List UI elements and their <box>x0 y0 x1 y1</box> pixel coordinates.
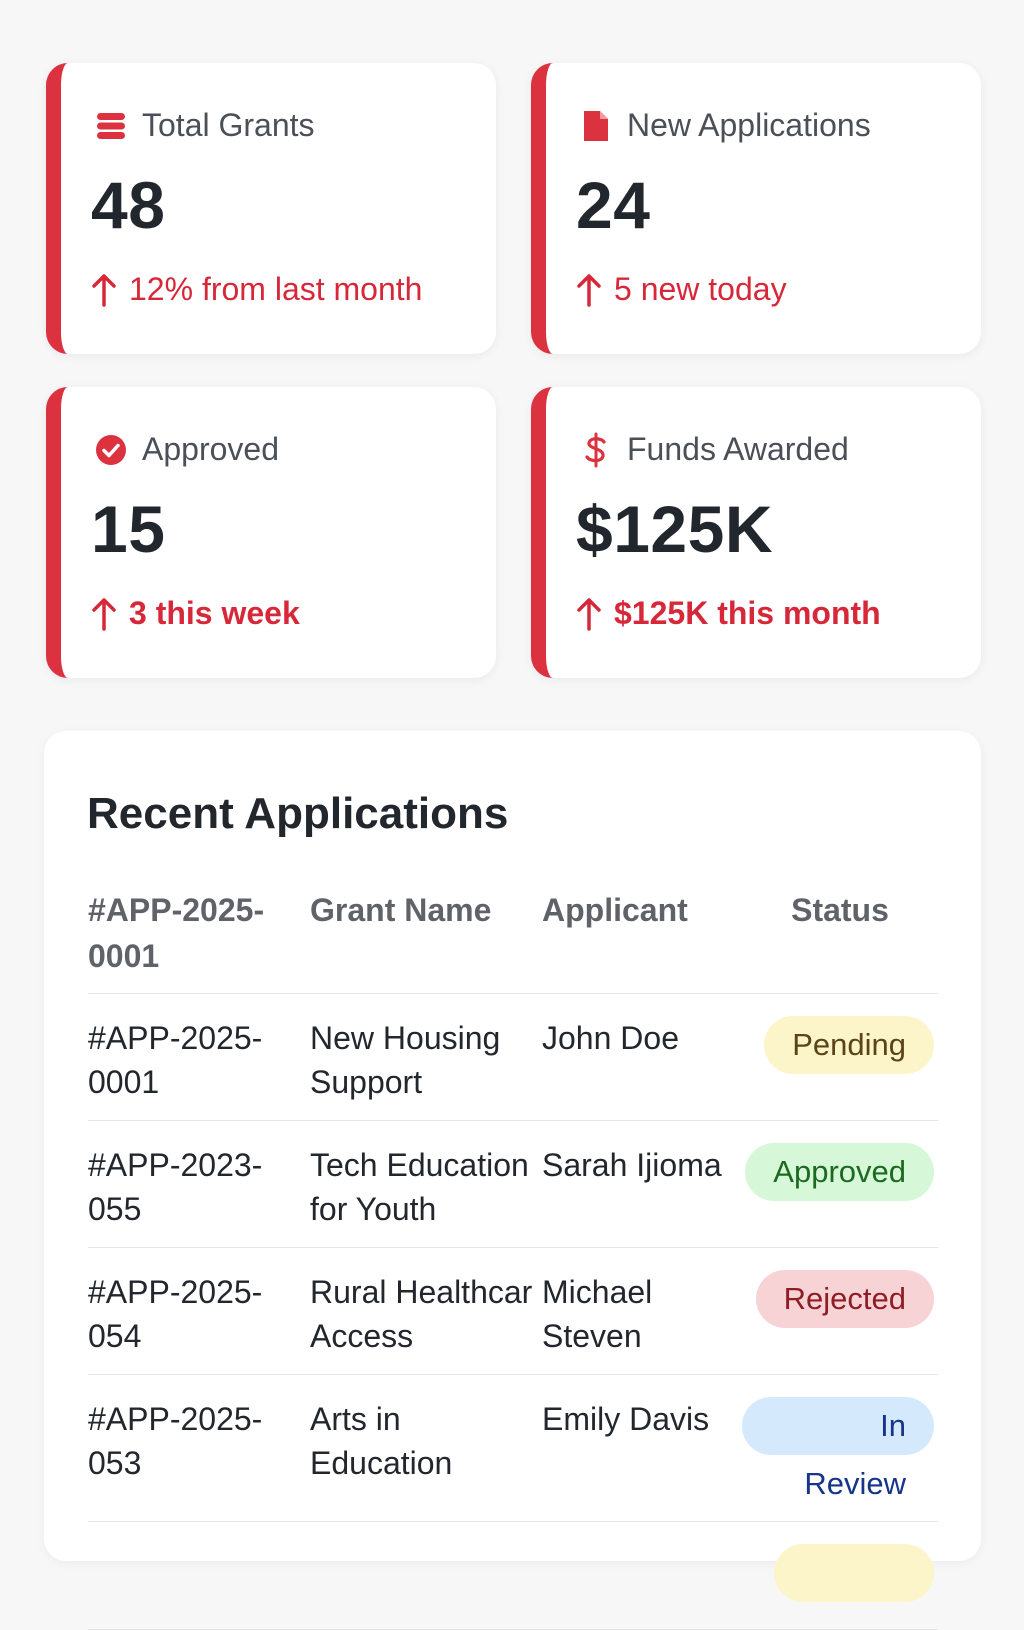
table-row[interactable]: #APP-2023-055 Tech Education for Youth S… <box>88 1120 938 1248</box>
cell-id: #APP-2025-053 <box>88 1374 310 1522</box>
stat-label: New Applications <box>627 107 871 143</box>
stat-label: Approved <box>142 431 279 467</box>
stat-trend-text: 5 new today <box>614 271 787 307</box>
stat-card-total-grants[interactable]: Total Grants 48 12% from last month <box>46 63 496 354</box>
arrow-up-icon <box>576 273 602 307</box>
stat-header: Total Grants <box>94 107 315 144</box>
table-row[interactable]: #APP-2025-053 Arts in Education Emily Da… <box>88 1374 938 1522</box>
status-badge: Rejected <box>755 1270 934 1328</box>
stat-trend-text: $125K this month <box>614 595 881 631</box>
stat-header: New Applications <box>579 107 871 144</box>
cell-grant: Arts in Education <box>310 1374 542 1522</box>
arrow-up-icon <box>91 597 117 631</box>
column-header-status[interactable]: Status <box>742 887 938 994</box>
stat-value: 15 <box>91 492 166 566</box>
status-badge <box>774 1544 934 1602</box>
applications-table: #APP-2025-0001 Grant Name Applicant Stat… <box>88 887 938 1630</box>
stat-label: Total Grants <box>142 107 315 143</box>
stat-trend: 5 new today <box>576 271 787 308</box>
check-circle-icon <box>94 433 128 467</box>
stat-card-funds-awarded[interactable]: Funds Awarded $125K $125K this month <box>531 387 981 678</box>
stat-label: Funds Awarded <box>627 431 849 467</box>
cell-grant: Tech Education for Youth <box>310 1120 542 1248</box>
arrow-up-icon <box>91 273 117 307</box>
table-header-row: #APP-2025-0001 Grant Name Applicant Stat… <box>88 887 938 994</box>
stat-card-new-applications[interactable]: New Applications 24 5 new today <box>531 63 981 354</box>
stat-card-approved[interactable]: Approved 15 3 this week <box>46 387 496 678</box>
table-row[interactable]: #APP-2025-054 Rural Healthcar Access Mic… <box>88 1247 938 1375</box>
cell-id: #APP-2023-055 <box>88 1120 310 1248</box>
stat-value: 48 <box>91 168 166 242</box>
dollar-icon <box>579 432 613 467</box>
status-badge: Pending <box>764 1016 934 1074</box>
status-badge: In Review <box>742 1397 934 1501</box>
cell-status: In Review <box>742 1374 938 1522</box>
table-row[interactable]: #APP-2025-0001 New Housing Support John … <box>88 993 938 1121</box>
cell-applicant: John Doe <box>542 993 742 1121</box>
arrow-up-icon <box>576 597 602 631</box>
column-header-applicant[interactable]: Applicant <box>542 887 742 994</box>
recent-applications-panel: Recent Applications #APP-2025-0001 Grant… <box>44 731 981 1630</box>
database-icon <box>94 109 128 143</box>
stat-trend-text: 3 this week <box>129 595 300 631</box>
cell-status <box>742 1521 938 1630</box>
cell-grant: New Housing Support <box>310 993 542 1121</box>
stat-trend: 12% from last month <box>91 271 422 308</box>
stat-trend-text: 12% from last month <box>129 271 423 307</box>
cell-applicant: Michael Steven <box>542 1247 742 1375</box>
stats-grid: Total Grants 48 12% from last month New … <box>46 63 981 678</box>
panel-title: Recent Applications <box>87 789 509 838</box>
cell-applicant <box>542 1521 742 1630</box>
file-icon <box>579 109 613 143</box>
cell-status: Approved <box>742 1120 938 1248</box>
cell-id: #APP-2025-054 <box>88 1247 310 1375</box>
cell-id: #APP-2025-0001 <box>88 993 310 1121</box>
status-badge: Approved <box>745 1143 934 1201</box>
cell-status: Pending <box>742 993 938 1121</box>
cell-grant <box>310 1521 542 1630</box>
cell-applicant: Emily Davis <box>542 1374 742 1522</box>
stat-value: 24 <box>576 168 651 242</box>
column-header-id[interactable]: #APP-2025-0001 <box>88 887 310 994</box>
stat-header: Approved <box>94 431 279 468</box>
stat-header: Funds Awarded <box>579 431 849 468</box>
column-header-grant-name[interactable]: Grant Name <box>310 887 542 994</box>
cell-applicant: Sarah Ijioma <box>542 1120 742 1248</box>
stat-trend: 3 this week <box>91 595 300 632</box>
cell-status: Rejected <box>742 1247 938 1375</box>
stat-value: $125K <box>576 492 773 566</box>
cell-id <box>88 1521 310 1630</box>
stat-trend: $125K this month <box>576 595 881 632</box>
table-row-partial[interactable] <box>88 1521 938 1630</box>
cell-grant: Rural Healthcar Access <box>310 1247 542 1375</box>
